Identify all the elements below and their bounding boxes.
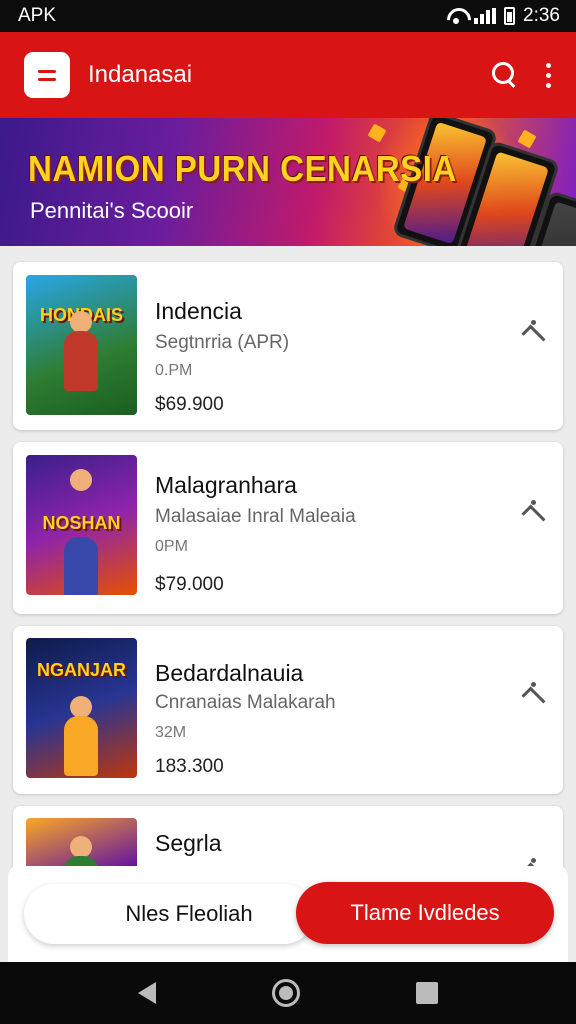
app-size: 0PM bbox=[155, 538, 188, 555]
status-carrier: APK bbox=[18, 5, 57, 26]
app-subtitle: Malasaiae Inral Maleaia bbox=[155, 506, 356, 527]
status-bar: APK 2:36 bbox=[0, 0, 576, 32]
list-item[interactable]: NOSHAN Malagranhara Malasaiae Inral Male… bbox=[13, 442, 563, 614]
download-icon[interactable] bbox=[521, 680, 545, 704]
thumbnail-title: NOSHAN bbox=[42, 513, 121, 533]
back-icon[interactable] bbox=[138, 982, 156, 1004]
search-icon[interactable] bbox=[486, 57, 522, 93]
app-name: Bedardalnauia bbox=[155, 660, 304, 686]
app-subtitle: Cnranaias Malakarah bbox=[155, 692, 336, 713]
more-vert-icon[interactable] bbox=[538, 57, 558, 93]
recents-icon[interactable] bbox=[416, 982, 438, 1004]
app-thumbnail: NGANJAR bbox=[26, 638, 137, 778]
wifi-icon bbox=[446, 8, 466, 24]
banner-spark bbox=[517, 129, 537, 149]
status-time: 2:36 bbox=[523, 5, 560, 26]
battery-icon bbox=[504, 7, 516, 25]
menu-icon[interactable] bbox=[24, 52, 70, 98]
app-price: 183.300 bbox=[155, 756, 224, 777]
status-icons: 2:36 bbox=[446, 5, 560, 27]
app-price: $69.900 bbox=[155, 394, 224, 415]
bottom-action-bar: Nles Fleoliah Tlame Ivdledes bbox=[8, 866, 568, 962]
app-name: Malagranhara bbox=[155, 472, 297, 498]
home-icon[interactable] bbox=[272, 979, 300, 1007]
app-name: Indencia bbox=[155, 298, 242, 324]
app-thumbnail: HONDAIS bbox=[26, 275, 137, 415]
signal-icon bbox=[474, 8, 497, 24]
banner-subline: Pennitai's Scooir bbox=[30, 198, 194, 223]
app-title: Indanasai bbox=[88, 61, 193, 88]
app-size: 0.PM bbox=[155, 362, 193, 379]
app-bar: Indanasai bbox=[0, 32, 576, 118]
promo-banner[interactable]: NAMION PURN CENARSIA Pennitai's Scooir bbox=[0, 118, 576, 246]
secondary-action-button[interactable]: Nles Fleoliah bbox=[24, 884, 314, 944]
list-item[interactable]: NGANJAR Bedardalnauia Cnranaias Malakara… bbox=[13, 626, 563, 794]
app-subtitle: Segtnrria (APR) bbox=[155, 332, 290, 353]
app-thumbnail: NOSHAN bbox=[26, 455, 137, 595]
thumbnail-title: NGANJAR bbox=[36, 660, 126, 680]
app-price: $79.000 bbox=[155, 574, 224, 595]
banner-headline: NAMION PURN CENARSIA bbox=[28, 148, 457, 189]
download-icon[interactable] bbox=[521, 498, 545, 522]
list-item[interactable]: HONDAIS Indencia Segtnrria (APR) 0.PM $6… bbox=[13, 262, 563, 430]
app-size: 32M bbox=[155, 724, 187, 741]
app-name: Segrla bbox=[155, 830, 222, 856]
primary-action-button[interactable]: Tlame Ivdledes bbox=[296, 882, 554, 944]
system-nav-bar bbox=[0, 962, 576, 1024]
download-icon[interactable] bbox=[521, 318, 545, 342]
